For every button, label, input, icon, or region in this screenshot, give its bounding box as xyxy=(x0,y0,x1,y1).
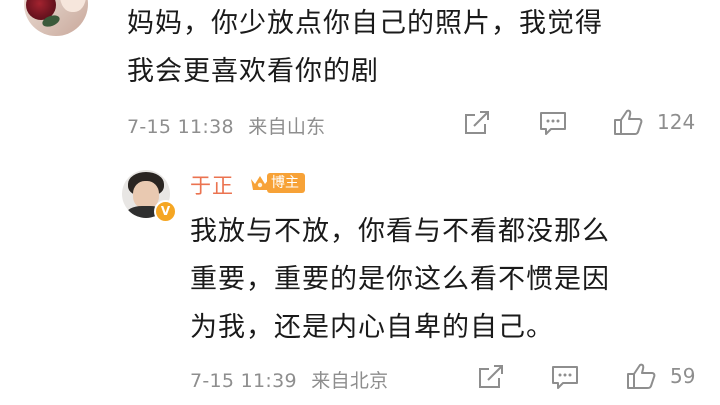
share-icon xyxy=(465,111,489,134)
comment-text: 妈妈，你少放点你自己的照片，我觉得 我会更喜欢看你的剧 xyxy=(127,0,707,96)
reply-location: 来自北京 xyxy=(311,370,389,392)
reply-like-button[interactable]: 59 xyxy=(626,362,695,390)
like-icon xyxy=(627,363,656,389)
share-icon xyxy=(479,365,503,388)
reply-meta: 7-15 11:39 来自北京 xyxy=(190,366,388,393)
reply-text: 我放与不放，你看与不看都没那么 重要，重要的是你这么看不惯是因 为我，还是内心自… xyxy=(190,208,690,352)
reply-like-count: 59 xyxy=(670,364,696,388)
reply-share-button[interactable] xyxy=(477,364,505,394)
comment-text-line: 妈妈，你少放点你自己的照片，我觉得 xyxy=(127,8,603,39)
commenter-avatar[interactable] xyxy=(24,0,88,36)
reply-username[interactable]: 于正 xyxy=(190,170,234,200)
reply-text-line: 为我，还是内心自卑的自己。 xyxy=(190,312,554,343)
like-button[interactable]: 124 xyxy=(613,108,695,136)
avatar-face xyxy=(60,0,86,12)
comment-icon xyxy=(540,112,566,135)
crown-icon xyxy=(249,173,271,193)
verified-badge-icon: V xyxy=(154,200,177,223)
comment-location: 来自山东 xyxy=(248,116,326,138)
reply-text-line: 重要，重要的是你这么看不惯是因 xyxy=(190,264,610,295)
blogger-label: 博主 xyxy=(267,173,305,193)
comment-icon xyxy=(552,366,578,389)
share-button[interactable] xyxy=(463,110,491,140)
comment-text-line: 我会更喜欢看你的剧 xyxy=(127,56,379,87)
like-count: 124 xyxy=(657,110,696,134)
like-icon xyxy=(614,109,643,135)
reply-time: 7-15 11:39 xyxy=(190,370,297,392)
blogger-badge: 博主 xyxy=(249,170,305,196)
comment-meta: 7-15 11:38 来自山东 xyxy=(127,112,325,139)
reply-text-line: 我放与不放，你看与不看都没那么 xyxy=(190,216,610,247)
comment-time: 7-15 11:38 xyxy=(127,116,234,138)
reply-comment-button[interactable] xyxy=(551,364,579,394)
comment-button[interactable] xyxy=(539,110,567,140)
